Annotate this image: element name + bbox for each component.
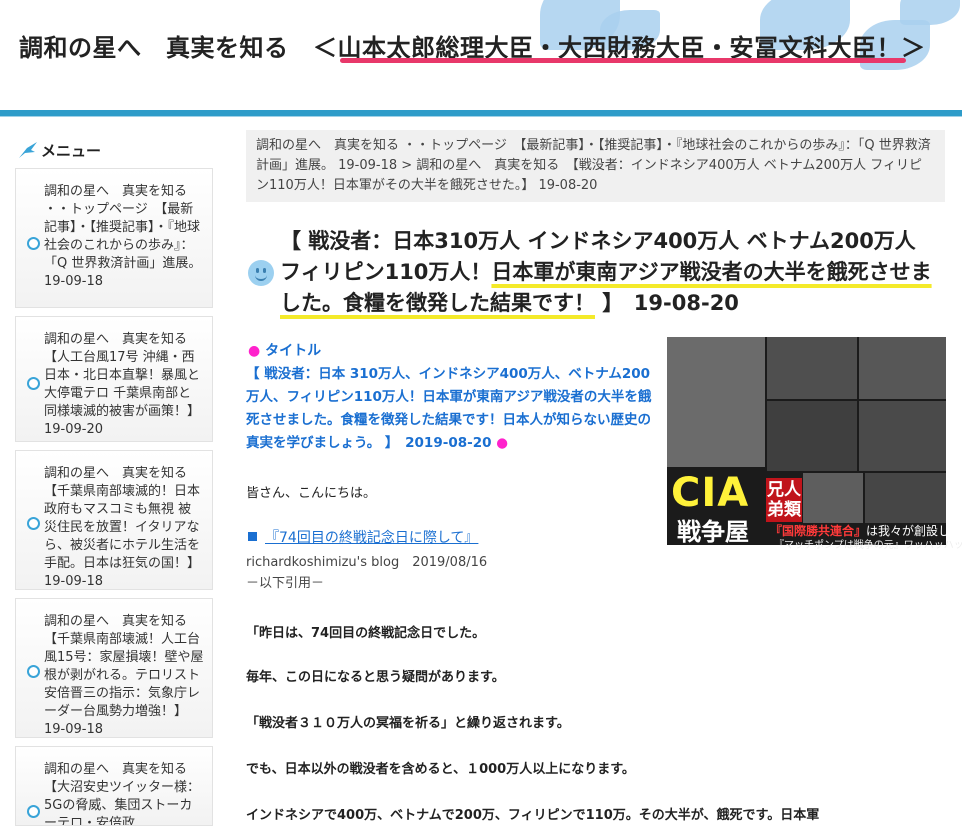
greeting: 皆さん、こんにちは。	[246, 486, 377, 501]
section-label: タイトル	[265, 343, 322, 359]
smiley-icon	[248, 260, 274, 286]
article-paragraph: 毎年、この日になると思う疑問があります。	[246, 670, 505, 685]
source-link[interactable]: 『74回目の終戦記念日に際して』	[265, 530, 478, 546]
sidebar-item-link[interactable]: 調和の星へ 真実を知る 【人工台風17号 沖縄・西日本・北日本直撃！暴風と大停電…	[16, 317, 212, 447]
header-divider-light	[0, 116, 962, 117]
square-bullet-icon	[248, 532, 257, 541]
sidebar-item-link[interactable]: 調和の星へ 真実を知る 【千葉県南部壊滅的！日本政府もマスコミも無視 被災住民を…	[16, 451, 212, 599]
article-paragraph: インドネシアで400万、ベトナムで200万、フィリピンで110万。その大半が、餓…	[246, 808, 820, 823]
bird-icon	[19, 142, 37, 158]
blog-attribution: richardkoshimizu's blog 2019/08/16	[246, 555, 488, 570]
post-title: 【 戦没者：日本310万人 インドネシア400万人 ベトナム200万人 フィリピ…	[280, 226, 940, 319]
pump-caption: 『マッチポンプは戦争の元』ワッハッハッ。	[774, 540, 962, 551]
bird-decoration	[900, 0, 960, 25]
circle-bullet-icon	[27, 665, 40, 678]
article-paragraph: 「戦没者３１０万人の冥福を祈る」と繰り返されます。	[246, 716, 570, 731]
circle-bullet-icon	[27, 377, 40, 390]
site-header: 調和の星へ 真実を知る ＜山本太郎総理大臣・大西財務大臣・安冨文科大臣！＞	[0, 0, 962, 112]
sidebar-item[interactable]: 調和の星へ 真実を知る 【大沼安史ツイッター様：5Gの脅威、集団ストーカーテロ・…	[15, 746, 213, 826]
sidebar-item[interactable]: 調和の星へ 真実を知る 【人工台風17号 沖縄・西日本・北日本直撃！暴風と大停電…	[15, 316, 213, 442]
menu-heading: メニュー	[15, 132, 216, 168]
post-title-post: 】 19-08-20	[595, 291, 739, 315]
post-title-block: 【 戦没者：日本310万人 インドネシア400万人 ベトナム200万人 フィリピ…	[246, 222, 945, 322]
circle-bullet-icon	[27, 805, 40, 818]
cia-label: CIA	[671, 470, 750, 516]
sidebar-item[interactable]: 調和の星へ 真実を知る 【千葉県南部壊滅！人工台風15号：家屋損壊！壁や屋根が剥…	[15, 598, 213, 738]
sidebar-item[interactable]: 調和の星へ 真実を知る ・・トップページ 【最新記事】・【推奨記事】・『地球社会…	[15, 168, 213, 308]
kyoudai-badge: 兄人弟類	[766, 478, 802, 522]
title-underline	[340, 58, 906, 63]
source-link-line: 『74回目の終戦記念日に際して』	[248, 527, 478, 547]
menu-label: メニュー	[41, 142, 102, 160]
circle-bullet-icon	[27, 237, 40, 250]
post-summary: 【 戦没者：日本 310万人、インドネシア400万人、ベトナム200万人、フィリ…	[246, 366, 652, 451]
sidebar-item-link[interactable]: 調和の星へ 真実を知る ・・トップページ 【最新記事】・【推奨記事】・『地球社会…	[16, 169, 212, 299]
quote-intro: －以下引用－	[246, 576, 325, 591]
magenta-dot-icon: ●	[496, 435, 508, 451]
sidebar-item-link[interactable]: 調和の星へ 真実を知る 【千葉県南部壊滅！人工台風15号：家屋損壊！壁や屋根が剥…	[16, 599, 212, 747]
sidebar: メニュー 調和の星へ 真実を知る ・・トップページ 【最新記事】・【推奨記事】・…	[15, 132, 216, 834]
breadcrumb[interactable]: 調和の星へ 真実を知る ・・トップページ 【最新記事】・【推奨記事】・『地球社会…	[246, 130, 945, 202]
sidebar-item-link[interactable]: 調和の星へ 真実を知る 【大沼安史ツイッター様：5Gの脅威、集団ストーカーテロ・…	[16, 747, 212, 825]
sidebar-item[interactable]: 調和の星へ 真実を知る 【千葉県南部壊滅的！日本政府もマスコミも無視 被災住民を…	[15, 450, 213, 590]
sensoya-label: 戦争屋	[677, 518, 749, 546]
circle-bullet-icon	[27, 517, 40, 530]
article-paragraph: 「昨日は、74回目の終戦記念日でした。	[246, 626, 486, 641]
article-paragraph: でも、日本以外の戦没者を含めると、１000万人以上になります。	[246, 762, 635, 777]
section-heading: ● タイトル	[248, 340, 321, 360]
magenta-dot-icon: ●	[248, 343, 261, 359]
